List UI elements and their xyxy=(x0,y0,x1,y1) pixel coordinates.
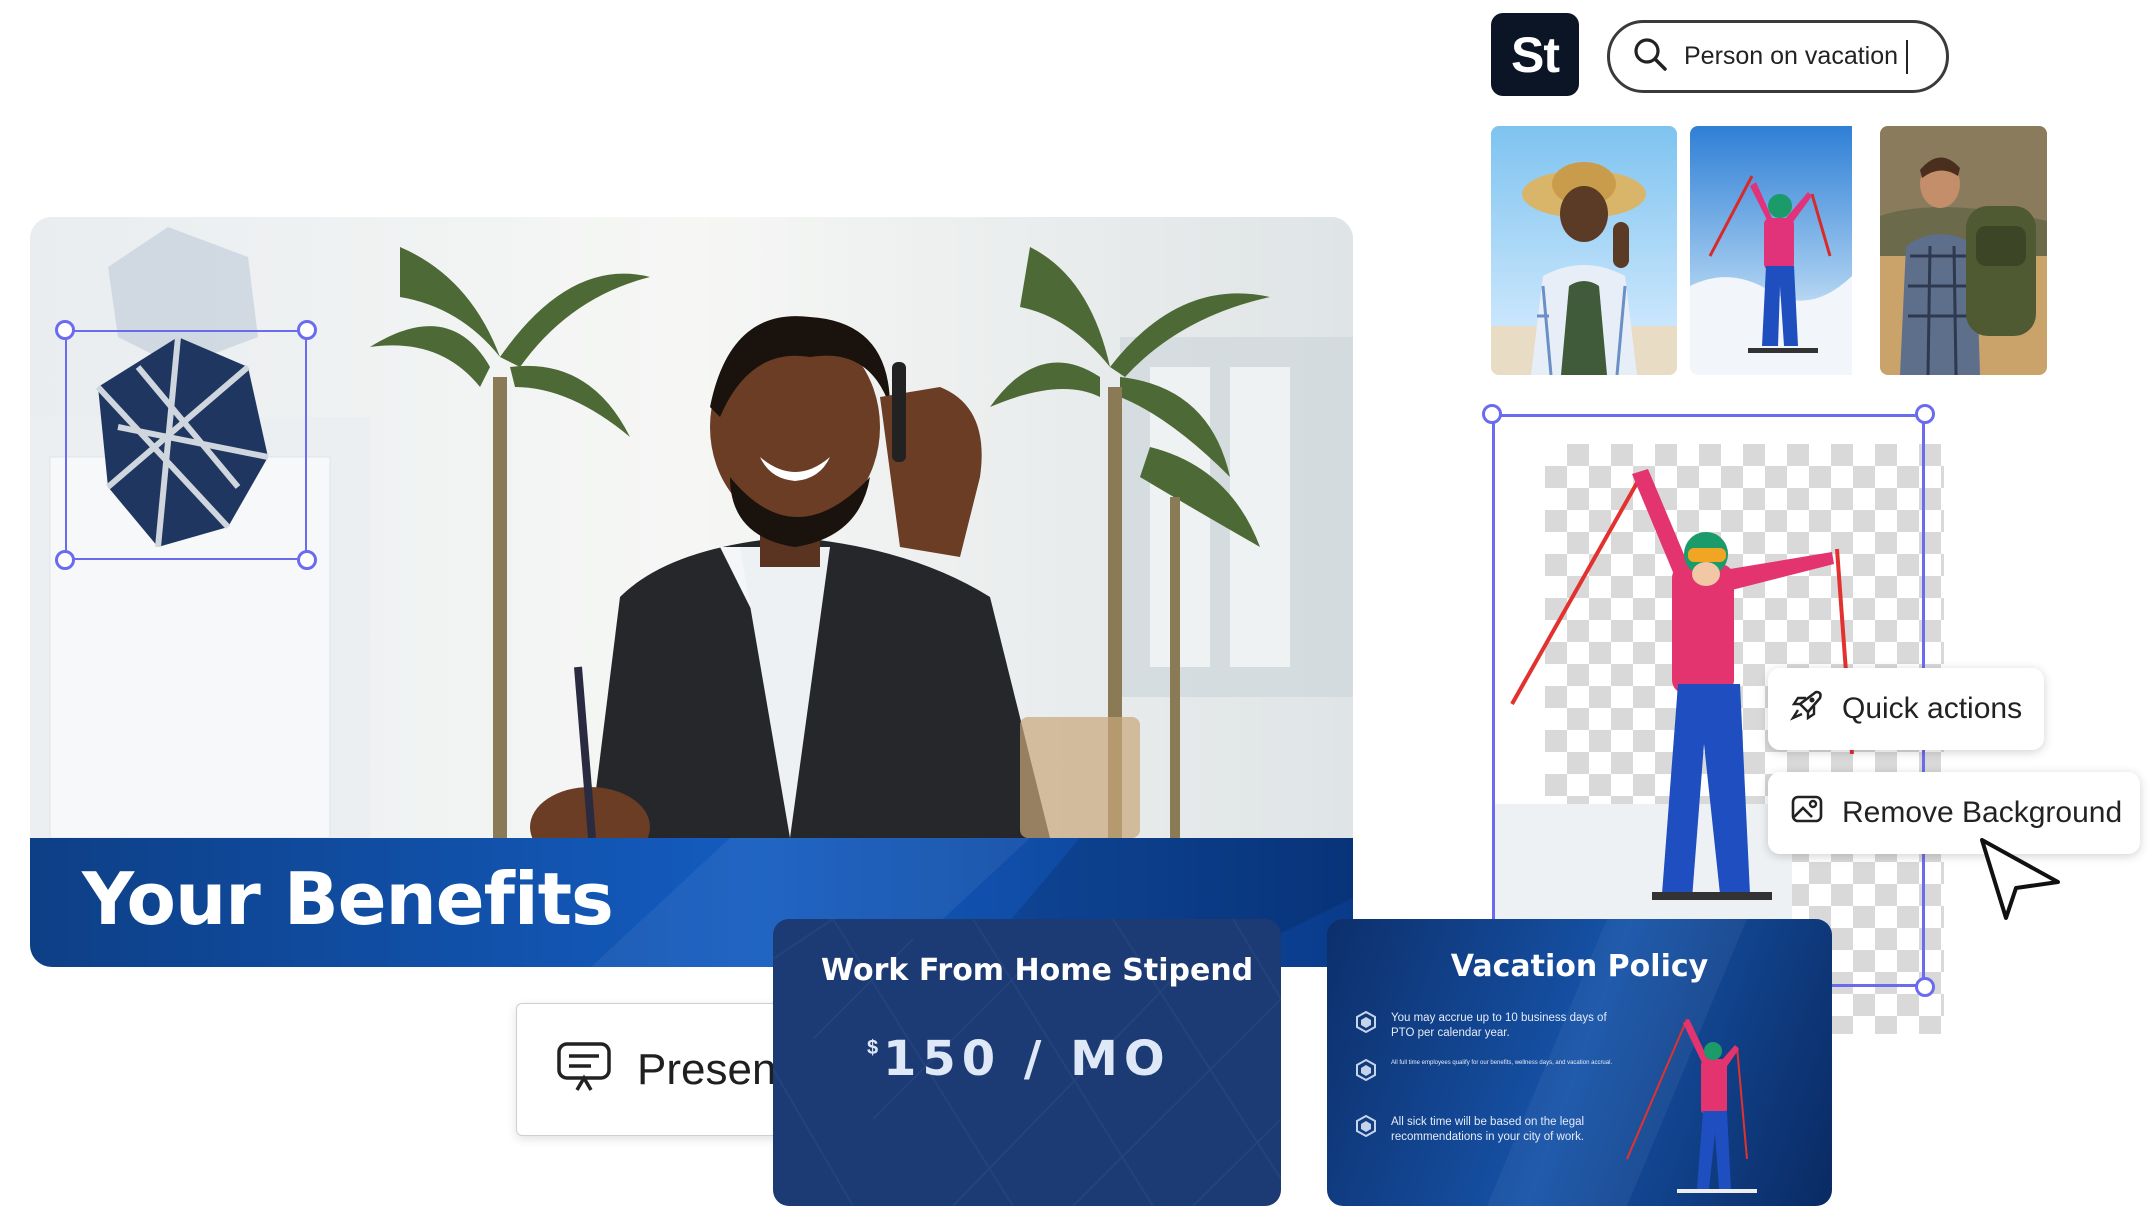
logo-selection-box[interactable] xyxy=(65,330,307,560)
logo-bullet-icon xyxy=(1356,1059,1376,1081)
search-icon xyxy=(1632,36,1668,77)
vacation-item-text: You may accrue up to 10 business days of… xyxy=(1391,1012,1607,1039)
resize-handle[interactable] xyxy=(297,550,317,570)
currency-symbol: $ xyxy=(867,1037,879,1059)
text-caret xyxy=(1906,39,1909,74)
wfh-card-title: Work From Home Stipend xyxy=(821,953,1254,988)
list-item: All sick time will be based on the legal… xyxy=(1355,1115,1621,1145)
quick-actions-button[interactable]: Quick actions xyxy=(1768,668,2044,750)
stipend-amount: 150 / MO xyxy=(883,1031,1171,1087)
quick-actions-label: Quick actions xyxy=(1842,692,2023,725)
resize-handle[interactable] xyxy=(297,320,317,340)
vacation-card-title: Vacation Policy xyxy=(1450,949,1709,984)
rocket-icon xyxy=(1789,688,1824,730)
remove-background-label: Remove Background xyxy=(1842,796,2123,829)
logo-bullet-icon xyxy=(1356,1011,1376,1033)
resize-handle[interactable] xyxy=(1482,404,1502,424)
hero-title: Your Benefits xyxy=(82,857,614,941)
vacation-policy-card[interactable]: Vacation Policy You may accrue up to 10 … xyxy=(1327,919,1832,1206)
vacation-item-text: All full time employees qualify for our … xyxy=(1391,1060,1613,1066)
benefits-hero-card[interactable]: Your Benefits xyxy=(30,217,1353,967)
resize-handle[interactable] xyxy=(55,320,75,340)
vacation-item-text: All sick time will be based on the legal… xyxy=(1391,1116,1585,1143)
image-icon xyxy=(1790,792,1824,834)
stock-app-badge[interactable]: St xyxy=(1491,13,1579,96)
list-item: All full time employees qualify for our … xyxy=(1355,1059,1621,1081)
resize-handle[interactable] xyxy=(1915,977,1935,997)
list-item: You may accrue up to 10 business days of… xyxy=(1355,1011,1621,1041)
resize-handle[interactable] xyxy=(55,550,75,570)
logo-bullet-icon xyxy=(1356,1115,1376,1137)
present-label: Present xyxy=(637,1044,789,1094)
stock-thumbnail-hiker[interactable] xyxy=(1880,126,2047,375)
search-input-value[interactable]: Person on vacation xyxy=(1684,42,1898,71)
remove-background-button[interactable]: Remove Background xyxy=(1768,772,2140,854)
search-field[interactable]: Person on vacation xyxy=(1607,20,1949,93)
mouse-cursor-icon xyxy=(1980,838,2060,920)
stock-thumbnail-skier[interactable] xyxy=(1690,126,1876,375)
resize-handle[interactable] xyxy=(1915,404,1935,424)
presentation-icon xyxy=(555,1040,613,1099)
wfh-stipend-card[interactable]: Work From Home Stipend $ 150 / MO xyxy=(773,919,1281,1206)
stock-thumbnail-woman[interactable] xyxy=(1491,126,1677,375)
